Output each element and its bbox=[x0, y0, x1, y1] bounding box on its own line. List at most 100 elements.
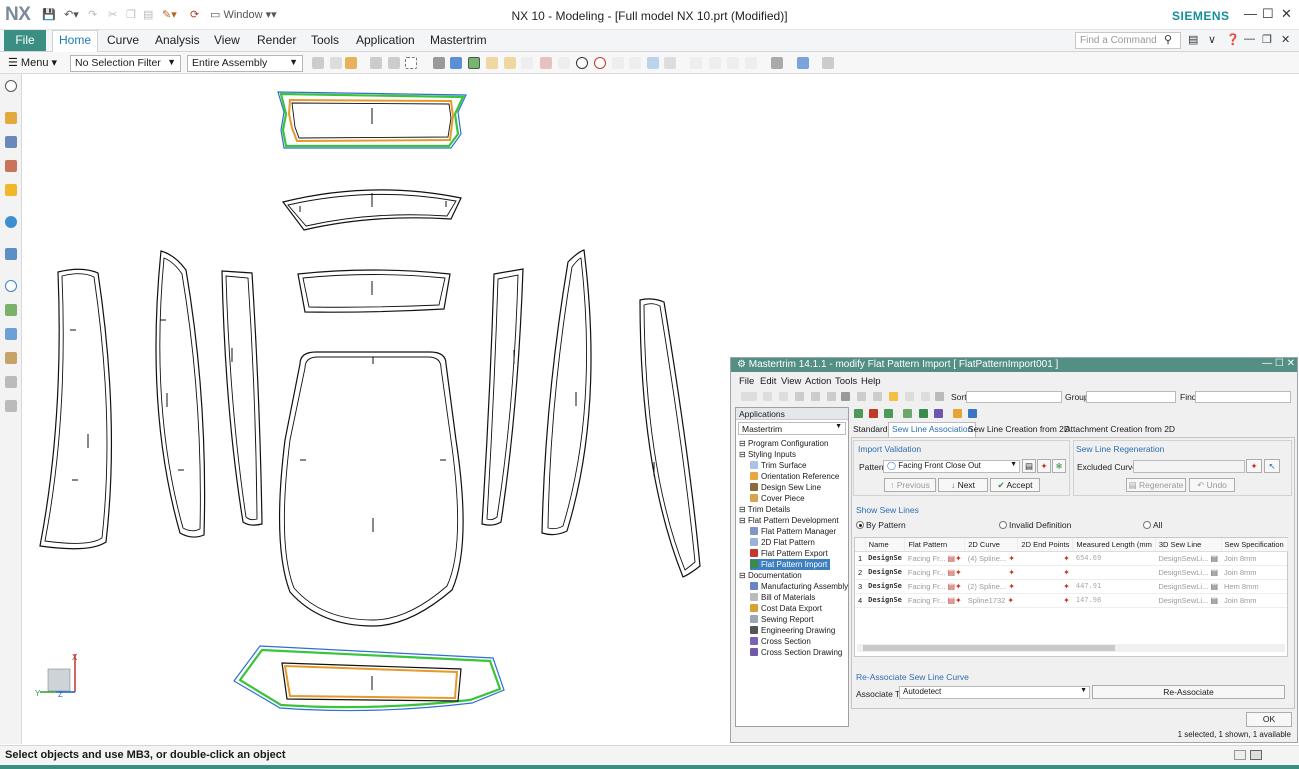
radio-invalid-definition[interactable]: Invalid Definition bbox=[999, 520, 1071, 530]
swap-icon[interactable] bbox=[968, 409, 977, 418]
snap-tangent-icon[interactable] bbox=[629, 57, 641, 69]
column-header-name[interactable]: Name bbox=[865, 538, 906, 552]
cell-2d-end-points[interactable]: ✦ bbox=[1017, 551, 1073, 566]
tree-item-engineering-drawing[interactable]: Engineering Drawing bbox=[750, 625, 835, 636]
horizontal-scrollbar[interactable] bbox=[857, 644, 1285, 652]
snap-point-on-curve-icon[interactable] bbox=[612, 57, 624, 69]
column-header-flat-pattern[interactable]: Flat Pattern bbox=[904, 538, 966, 552]
part-navigator-icon[interactable] bbox=[5, 112, 17, 124]
tree-item-styling-inputs[interactable]: ⊟ Styling Inputs bbox=[739, 449, 796, 460]
snap-center-icon[interactable] bbox=[576, 57, 588, 69]
tab-analysis[interactable]: Analysis bbox=[155, 33, 200, 47]
close-icon[interactable]: ✕ bbox=[1281, 6, 1292, 22]
cell-2d-end-points[interactable]: ✦ bbox=[1017, 593, 1073, 608]
cell-2d-curve[interactable]: (2) Spline... ✦ bbox=[964, 579, 1018, 594]
table-row[interactable]: 3 DesignSe Facing Fr... ▤✦ (2) Spline...… bbox=[855, 579, 1288, 594]
snap-end-icon[interactable] bbox=[468, 57, 480, 69]
pattern-piece-3[interactable] bbox=[297, 269, 451, 313]
tree-item-flat-pattern-import[interactable]: Flat Pattern Import bbox=[750, 559, 831, 570]
help-icon[interactable]: ❓ bbox=[1226, 33, 1240, 46]
snap-spline-icon[interactable] bbox=[540, 57, 552, 69]
tree-item-flat-pattern-export[interactable]: Flat Pattern Export bbox=[750, 548, 828, 559]
history-icon[interactable] bbox=[5, 248, 17, 260]
pattern-piece-2[interactable] bbox=[281, 189, 462, 231]
doc-close-icon[interactable]: ✕ bbox=[1281, 33, 1290, 46]
pattern-piece-right-middle[interactable] bbox=[541, 249, 592, 536]
reassociate-button[interactable]: Re-Associate bbox=[1092, 685, 1285, 699]
process-studio-icon[interactable] bbox=[5, 304, 17, 316]
reorder-icon[interactable] bbox=[811, 392, 820, 401]
scrollbar-thumb[interactable] bbox=[863, 645, 1115, 651]
refresh-icon[interactable] bbox=[727, 57, 739, 69]
hide-icon[interactable] bbox=[905, 392, 914, 401]
tree-select-icon[interactable]: ❄ bbox=[1052, 459, 1066, 473]
tree-item-trim-details[interactable]: ⊟ Trim Details bbox=[739, 504, 790, 515]
tab-attachment-creation[interactable]: Attachment Creation from 2D bbox=[1065, 424, 1175, 434]
tree-icon[interactable] bbox=[903, 409, 912, 418]
cell-name[interactable]: DesignSe bbox=[865, 551, 905, 566]
report-icon[interactable] bbox=[934, 409, 943, 418]
stop-icon[interactable] bbox=[869, 409, 878, 418]
radio-all[interactable]: All bbox=[1143, 520, 1162, 530]
tab-sew-line-creation[interactable]: Sew Line Creation from 2D bbox=[968, 424, 1070, 434]
move-icon[interactable] bbox=[795, 392, 804, 401]
tab-render[interactable]: Render bbox=[257, 33, 296, 47]
snap-quadrant-icon[interactable] bbox=[594, 57, 606, 69]
tree-item-bill-of-materials[interactable]: Bill of Materials bbox=[750, 592, 815, 603]
tree-item-orientation-reference[interactable]: Orientation Reference bbox=[750, 471, 839, 482]
system-materials-icon[interactable] bbox=[5, 352, 17, 364]
cell-measured-length[interactable]: 147.98 bbox=[1072, 593, 1156, 608]
cell-name[interactable]: DesignSe bbox=[865, 593, 905, 608]
reuse-library-icon[interactable] bbox=[5, 184, 17, 196]
column-header-2d-end-points[interactable]: 2D End Points bbox=[1017, 538, 1074, 552]
curve-rule-icon[interactable] bbox=[370, 57, 382, 69]
cell-name[interactable]: DesignSe bbox=[865, 565, 905, 580]
clock-icon[interactable] bbox=[5, 280, 17, 292]
snap-curve-icon[interactable] bbox=[521, 57, 533, 69]
palette-icon[interactable] bbox=[5, 376, 17, 388]
status-grid-icon[interactable] bbox=[1234, 750, 1246, 760]
tree-item-sewing-report[interactable]: Sewing Report bbox=[750, 614, 813, 625]
edit-icon[interactable] bbox=[827, 392, 836, 401]
tree-item-flat-pattern-development[interactable]: ⊟ Flat Pattern Development bbox=[739, 515, 839, 526]
sort-dropdown[interactable] bbox=[966, 391, 1062, 403]
delete-icon[interactable] bbox=[841, 392, 850, 401]
show-icon[interactable] bbox=[921, 392, 930, 401]
undo-button[interactable]: ↶ Undo bbox=[1189, 478, 1235, 492]
pattern-piece-right-inner[interactable] bbox=[481, 268, 524, 526]
pattern-piece-facing-bottom[interactable] bbox=[233, 645, 505, 712]
snap-point-icon[interactable] bbox=[345, 57, 357, 69]
pattern-piece-left-middle[interactable] bbox=[155, 250, 206, 538]
snap-line-icon[interactable] bbox=[486, 57, 498, 69]
check-icon[interactable] bbox=[919, 409, 928, 418]
cell-3d-sew-line[interactable]: DesignSewLi... ▤ bbox=[1155, 551, 1222, 566]
pick-curve-icon[interactable]: ✦ bbox=[1246, 459, 1262, 473]
search-icon[interactable]: ⚲ bbox=[1164, 33, 1172, 46]
table-row[interactable]: 1 DesignSe Facing Fr... ▤✦ (4) Spline...… bbox=[855, 551, 1288, 566]
pick-icon[interactable]: ✦ bbox=[1037, 459, 1051, 473]
cell-sew-specification[interactable]: Join 8mm bbox=[1221, 551, 1288, 566]
cell-2d-curve[interactable]: (4) Spline... ✦ bbox=[964, 551, 1018, 566]
pattern-piece-facing-top[interactable] bbox=[277, 91, 467, 149]
cell-2d-curve[interactable]: Spline1732 ✦ bbox=[964, 593, 1018, 608]
web-browser-icon[interactable] bbox=[5, 216, 17, 228]
pattern-piece-left-outer[interactable] bbox=[39, 268, 113, 550]
visibility-icon[interactable] bbox=[822, 57, 834, 69]
dialog-menu-tools[interactable]: Tools bbox=[835, 376, 857, 387]
tree-item-documentation[interactable]: ⊟ Documentation bbox=[739, 570, 802, 581]
snapshot-icon[interactable] bbox=[709, 57, 721, 69]
status-fullscreen-icon[interactable] bbox=[1250, 750, 1262, 760]
cell-name[interactable]: DesignSe bbox=[865, 579, 905, 594]
tree-item-trim-surface[interactable]: Trim Surface bbox=[750, 460, 807, 471]
cell-flat-pattern[interactable]: Facing Fr... ▤✦ bbox=[904, 579, 965, 594]
dialog-menu-file[interactable]: File bbox=[739, 376, 754, 387]
dialog-menu-view[interactable]: View bbox=[781, 376, 801, 387]
pattern-piece-center[interactable] bbox=[278, 351, 464, 627]
dialog-menu-edit[interactable]: Edit bbox=[760, 376, 776, 387]
shaded-icon[interactable] bbox=[797, 57, 809, 69]
column-header-3d-sew-line[interactable]: 3D Sew Line bbox=[1155, 538, 1222, 552]
file-tab[interactable]: File bbox=[4, 30, 46, 51]
maximize-icon[interactable]: ☐ bbox=[1262, 6, 1274, 22]
tree-item-cost-data-export[interactable]: Cost Data Export bbox=[750, 603, 822, 614]
display-icon[interactable] bbox=[935, 392, 944, 401]
